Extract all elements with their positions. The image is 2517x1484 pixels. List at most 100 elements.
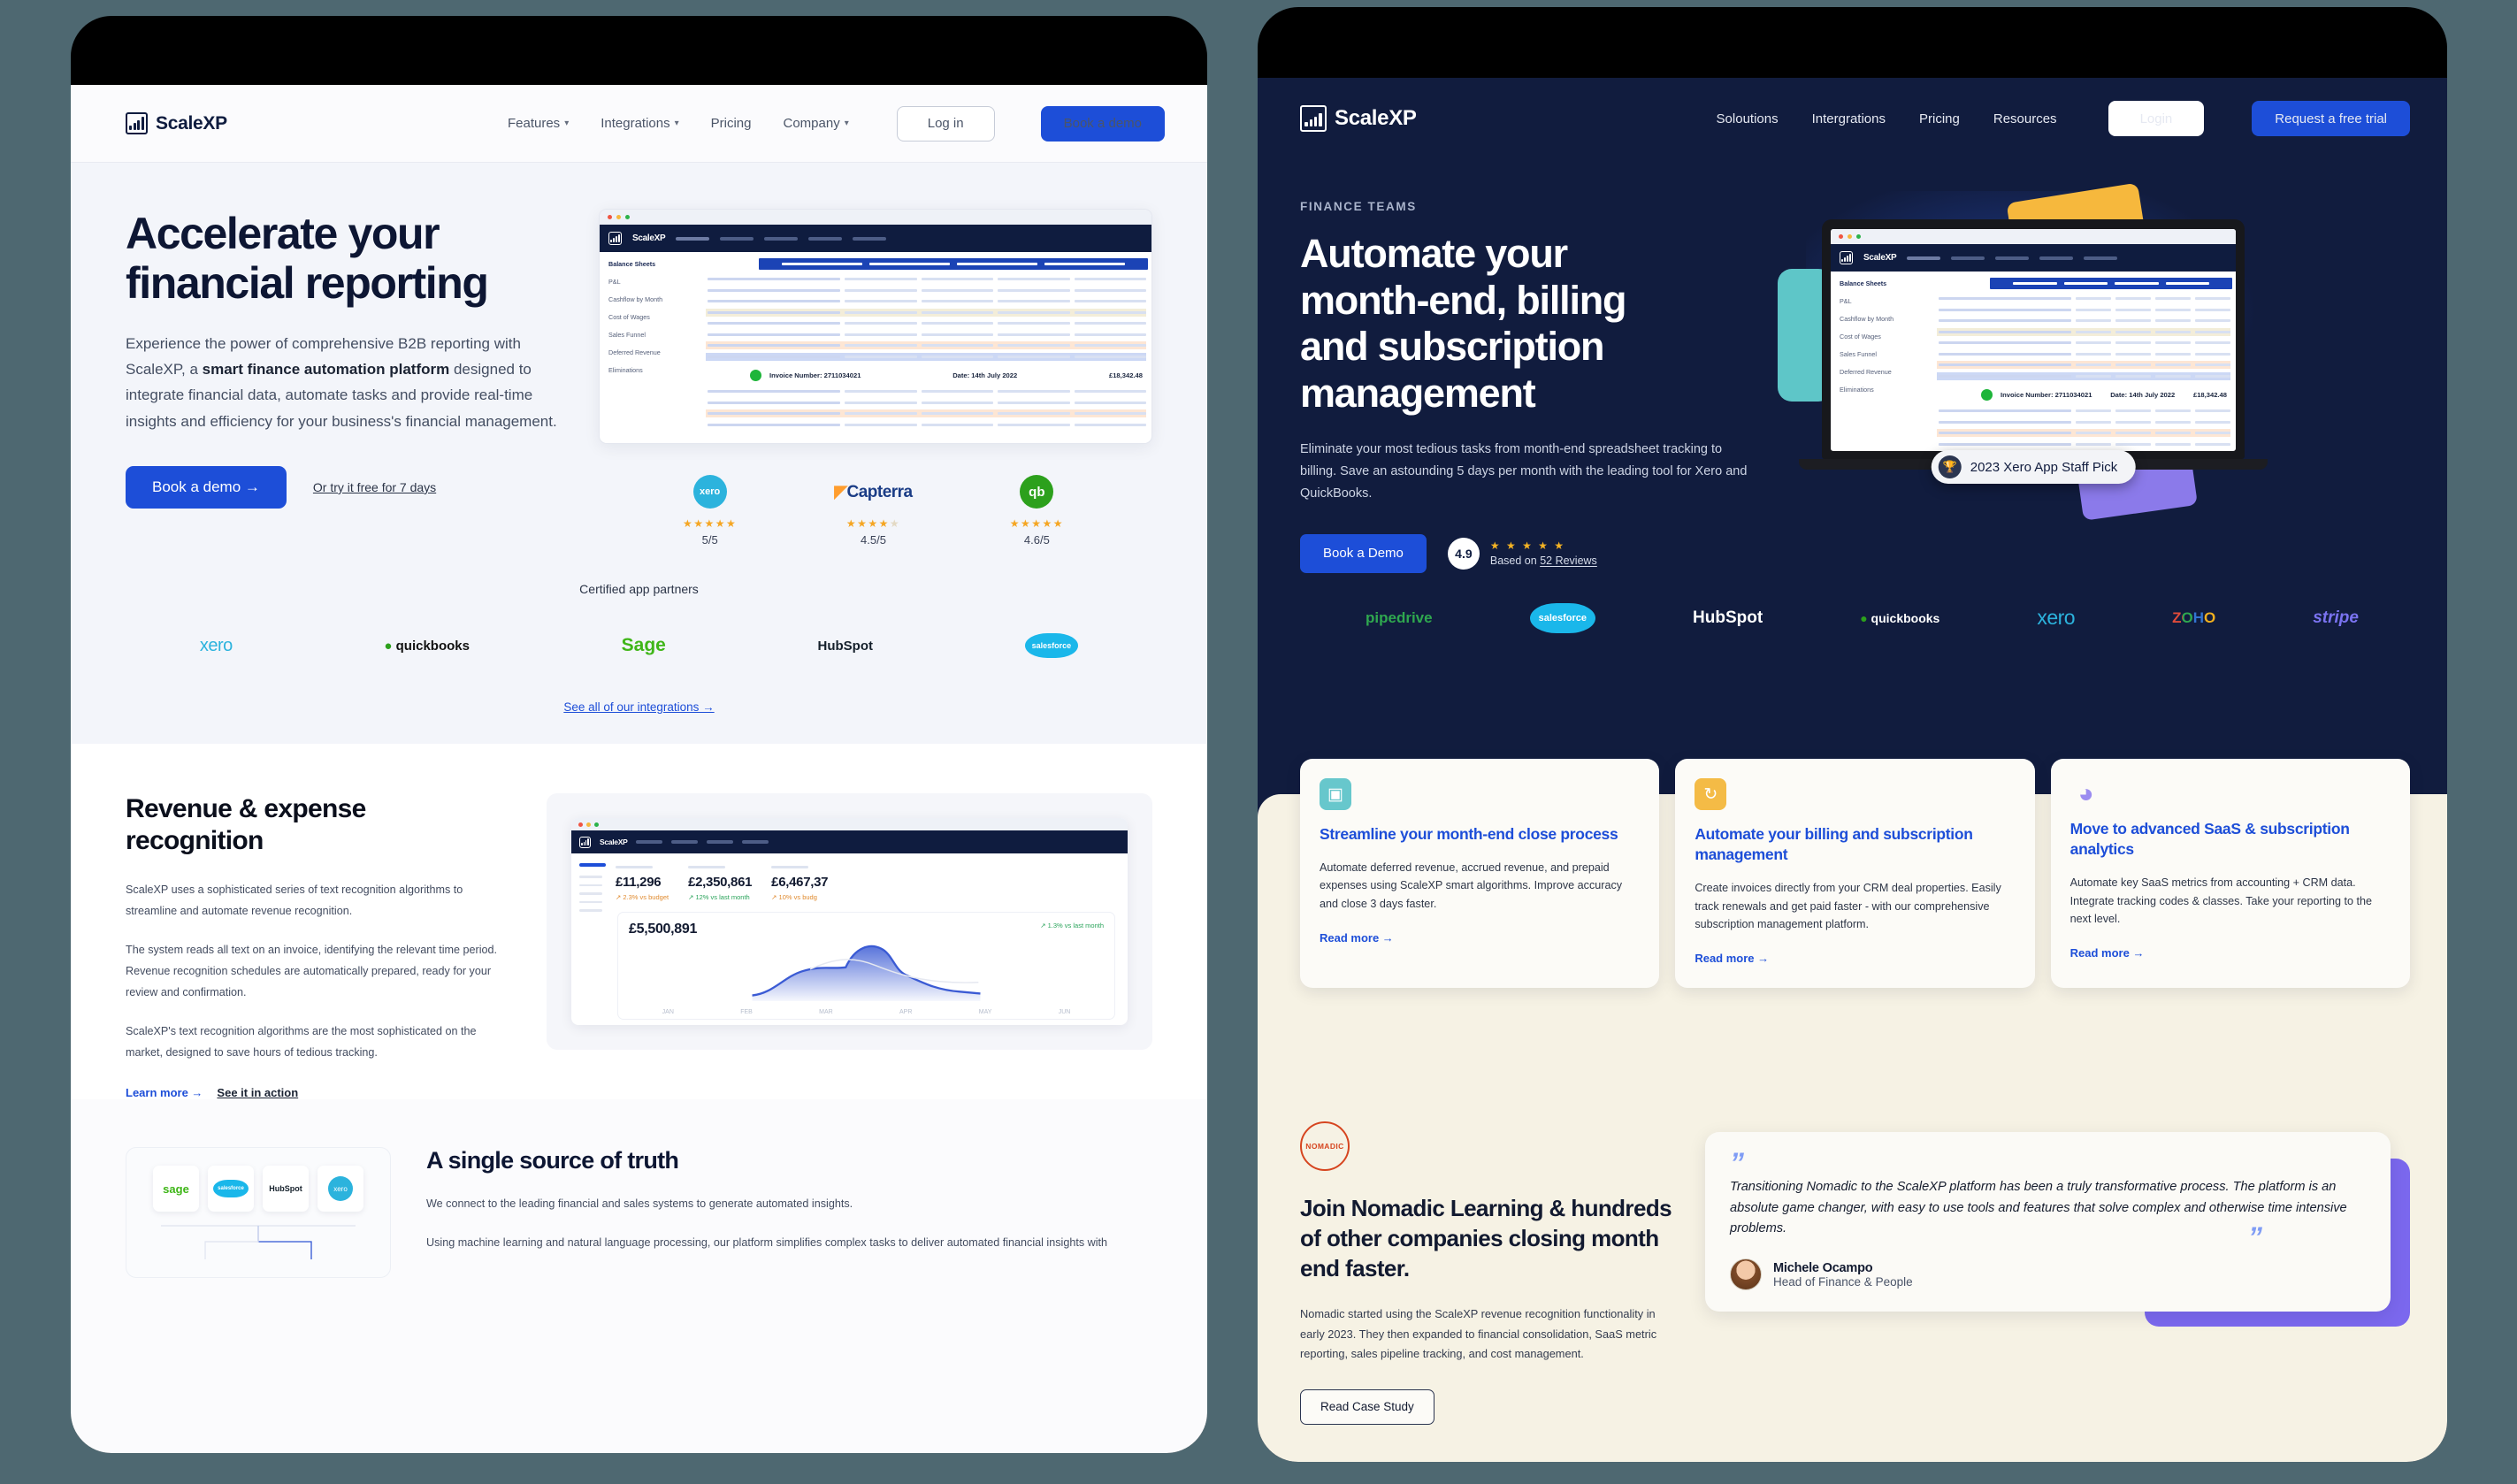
nav-pill (671, 840, 699, 844)
sidebar-item-cashflow[interactable]: Cashflow by Month (1840, 315, 1937, 323)
hero-cta-row: Book a Demo 4.9 ★ ★ ★ ★ ★ Based on 52 Re… (1300, 533, 1760, 573)
quickbooks-logo: ● quickbooks (384, 638, 470, 654)
read-case-study-button[interactable]: Read Case Study (1300, 1388, 1434, 1425)
feature-card-month-end[interactable]: ▣ Streamline your month-end close proces… (1300, 759, 1660, 989)
login-button[interactable]: Login (2108, 101, 2205, 136)
feature-card-analytics[interactable]: ◕ Move to advanced SaaS & subscription a… (2050, 759, 2410, 989)
sidebar-item-cashflow[interactable]: Cashflow by Month (608, 295, 706, 303)
nav-pill (636, 840, 663, 844)
nomadic-copy: NOMADIC Join Nomadic Learning & hundreds… (1300, 1121, 1680, 1425)
hero-eyebrow: FINANCE TEAMS (1300, 200, 1417, 213)
request-free-trial-button[interactable]: Request a free trial (2252, 101, 2410, 136)
login-button[interactable]: Log in (896, 105, 995, 142)
minimize-dot-icon (586, 822, 591, 827)
laptop-lid: ScaleXP Balance Sheets P&L Cashflow by M… (1822, 219, 2245, 459)
book-demo-button[interactable]: Book a demo (1040, 105, 1165, 142)
table-row (1937, 339, 2230, 347)
capterra-logo: ◤Capterra (834, 482, 913, 501)
hero-subtext: Eliminate your most tedious tasks from m… (1300, 441, 1748, 501)
see-all-integrations-link[interactable]: See all of our integrations → (71, 700, 1207, 714)
hubspot-logo: HubSpot (817, 638, 873, 654)
testimonial-card: ” Transitioning Nomadic to the ScaleXP p… (1705, 1132, 2391, 1312)
nav-pill (707, 840, 734, 844)
right-logo[interactable]: ScaleXP (1300, 105, 1417, 132)
left-nav-links: Features ▾ Integrations ▾ Pricing Company ▾… (508, 105, 1165, 142)
headline-line-4: management (1300, 370, 1536, 416)
table-row (706, 341, 1146, 349)
x-tick: APR (899, 1009, 913, 1015)
integration-logo-strip: pipedrive salesforce HubSpot ● quickbook… (1258, 573, 2447, 633)
sidebar-item-deferred-revenue[interactable]: Deferred Revenue (1840, 368, 1937, 376)
hubspot-tile: HubSpot (263, 1166, 309, 1212)
area-chart (752, 945, 981, 1001)
kpi-row: £11,296 ↗ 2.3% vs budget £2,350,861 ↗ 12… (610, 853, 1128, 901)
table-row (706, 275, 1146, 283)
nav-item-pricing[interactable]: Pricing (1919, 111, 1960, 126)
read-more-link[interactable]: Read more → (2070, 946, 2145, 960)
section-title: Revenue & expense recognition (126, 794, 366, 855)
nav-item-company[interactable]: Company ▾ (784, 116, 849, 131)
section-title: A single source of truth (426, 1147, 679, 1174)
pie-chart-icon: ◕ (2077, 779, 2094, 808)
table-row-selected (1937, 371, 2230, 380)
rating-value: 4.6/5 (1023, 533, 1050, 547)
feature-card-billing[interactable]: ↻ Automate your billing and subscription… (1675, 759, 2035, 989)
right-nav-links: Soloutions Intergrations Pricing Resourc… (1717, 101, 2410, 136)
sidebar-item-balance-sheets[interactable]: Balance Sheets (608, 260, 706, 268)
close-dot-icon (578, 822, 583, 827)
sidebar-item-pl[interactable]: P&L (1840, 297, 1937, 305)
hero-subtext: Experience the power of comprehensive B2… (126, 331, 572, 434)
free-trial-link[interactable]: Or try it free for 7 days (313, 480, 436, 494)
nav-item-integrations[interactable]: Integrations ▾ (601, 116, 678, 131)
scalexp-chart-icon (1840, 251, 1853, 264)
dashboard-brand: ScaleXP (1863, 253, 1897, 263)
dashboard-table: Invoice Number: 2711034021 Date: 14th Ju… (706, 252, 1151, 443)
sidebar-item-pl[interactable]: P&L (608, 278, 706, 286)
nav-item-solutions[interactable]: Soloutions (1717, 111, 1779, 126)
sidebar-item-deferred-revenue[interactable]: Deferred Revenue (608, 348, 706, 356)
review-count-link[interactable]: 52 Reviews (1540, 555, 1597, 567)
book-demo-button[interactable]: Book a Demo (1300, 533, 1427, 573)
rating-xero: xero ★★★★★ 5/5 (683, 474, 737, 547)
sidebar-item-eliminations[interactable]: Eliminations (608, 366, 706, 374)
connector-lines (141, 1222, 376, 1260)
invoice-callout: Invoice Number: 2711034021 Date: 14th Ju… (1937, 383, 2236, 407)
refresh-icon: ↻ (1695, 778, 1727, 810)
sidebar-item-sales-funnel[interactable]: Sales Funnel (1840, 350, 1937, 358)
sidebar-item-cost-of-wages[interactable]: Cost of Wages (608, 313, 706, 321)
nav-item-resources[interactable]: Resources (1993, 111, 2057, 126)
nav-item-pricing[interactable]: Pricing (711, 116, 752, 131)
scalexp-chart-icon (1300, 105, 1327, 132)
single-source-section: sage salesforce HubSpot xero A single so… (71, 1099, 1207, 1279)
sidebar-item-sales-funnel[interactable]: Sales Funnel (608, 331, 706, 339)
subtext-bold: smart finance automation platform (202, 361, 450, 379)
nav-item-integrations[interactable]: Intergrations (1812, 111, 1886, 126)
sidebar-item-cost-of-wages[interactable]: Cost of Wages (1840, 333, 1937, 340)
see-it-in-action-link[interactable]: See it in action (217, 1086, 298, 1099)
nav-pill (1995, 256, 2030, 260)
chart-total: £5,500,891 (629, 922, 698, 937)
nav-item-features[interactable]: Features ▾ (508, 116, 569, 131)
x-tick: MAR (819, 1009, 833, 1015)
truth-paragraph-2: Using machine learning and natural langu… (426, 1236, 1108, 1250)
book-demo-cta[interactable]: Book a demo → (126, 465, 287, 509)
learn-more-link[interactable]: Learn more → (126, 1086, 203, 1099)
scalexp-chart-icon (579, 836, 591, 848)
sidebar-item-eliminations[interactable]: Eliminations (1840, 386, 1937, 394)
review-count-text: Based on 52 Reviews (1490, 555, 1597, 567)
page-title: Automate your month-end, billing and sub… (1300, 231, 1760, 417)
read-more-link[interactable]: Read more → (1320, 931, 1394, 945)
left-logo[interactable]: ScaleXP (126, 112, 227, 134)
browser-chrome (571, 818, 1128, 830)
table-row (1937, 418, 2230, 426)
left-navbar: ScaleXP Features ▾ Integrations ▾ Pricing … (71, 85, 1207, 163)
scalexp-chart-icon (126, 112, 148, 134)
rating-value: 5/5 (701, 533, 718, 547)
chevron-down-icon: ▾ (674, 119, 679, 128)
chevron-down-icon: ▾ (844, 119, 849, 128)
brand-name: ScaleXP (156, 112, 227, 134)
read-more-link[interactable]: Read more → (1695, 952, 1769, 965)
table-row (1937, 317, 2230, 325)
star-rating-icon: ★★★★★ (1009, 517, 1064, 530)
sidebar-item-balance-sheets[interactable]: Balance Sheets (1840, 279, 1937, 287)
